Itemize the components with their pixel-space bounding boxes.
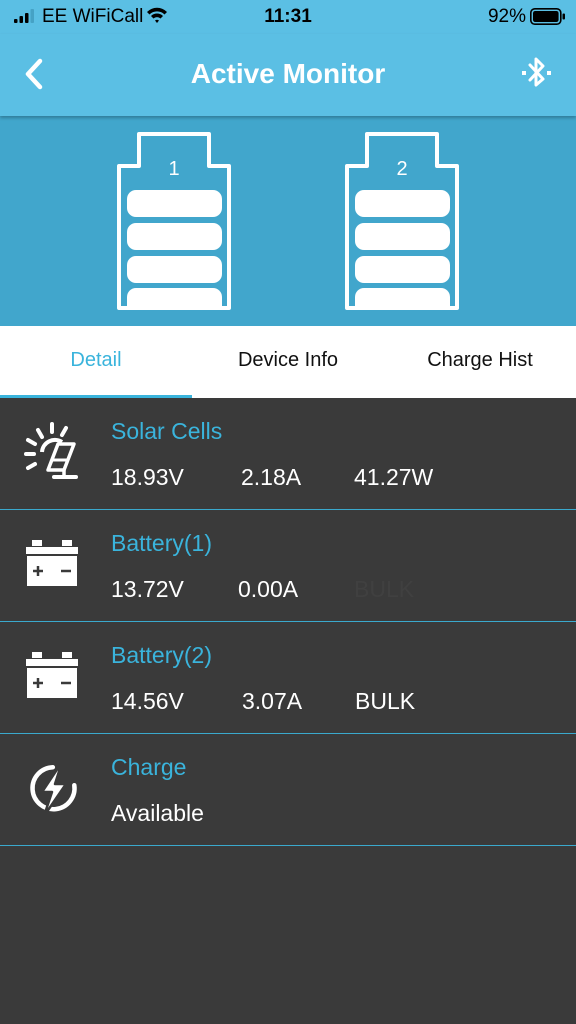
battery-2-row: Battery(2) 14.56V 3.07A BULK	[0, 622, 576, 734]
row-title: Battery(1)	[111, 530, 212, 556]
tab-device-info[interactable]: Device Info	[192, 326, 384, 398]
battery-2-number: 2	[396, 158, 408, 180]
tab-detail[interactable]: Detail	[0, 326, 192, 398]
navigation-bar: Active Monitor	[0, 34, 576, 116]
row-title: Solar Cells	[111, 418, 223, 444]
charge-status: Available	[111, 800, 204, 826]
battery-2-graphic: 2	[343, 132, 461, 315]
status-bar: EE WiFiCall 11:31 92%	[0, 0, 576, 34]
battery-2-voltage: 14.56V	[111, 688, 184, 714]
battery-2-mode: BULK	[355, 688, 416, 714]
battery-1-voltage: 13.72V	[111, 576, 184, 602]
battery-1-number: 1	[168, 158, 180, 180]
row-title: Battery(2)	[111, 642, 212, 668]
phone-battery-icon	[530, 8, 565, 25]
battery-2-current: 3.07A	[242, 688, 303, 714]
battery-percentage: 92%	[487, 6, 526, 27]
bluetooth-icon[interactable]	[520, 54, 554, 92]
solar-cells-row: Solar Cells 18.93V 2.18A 41.27W	[0, 398, 576, 510]
page-title: Active Monitor	[190, 58, 386, 89]
tab-charge-hist[interactable]: Charge Hist	[384, 326, 576, 398]
row-title: Charge	[111, 754, 187, 780]
battery-1-graphic: 1	[115, 132, 233, 315]
battery-1-current: 0.00A	[238, 576, 299, 602]
solar-power: 41.27W	[354, 464, 434, 490]
battery-1-row: Battery(1) 13.72V 0.00A BULK	[0, 510, 576, 622]
battery-overview: 1 2	[0, 116, 576, 326]
solar-current: 2.18A	[241, 464, 302, 490]
tab-bar: Detail Device Info Charge Hist	[0, 326, 576, 398]
solar-voltage: 18.93V	[111, 464, 184, 490]
battery-1-mode: BULK	[354, 576, 415, 602]
charge-row: Charge Available	[0, 734, 576, 846]
lightning-icon	[30, 760, 77, 818]
solar-panel-icon	[24, 422, 78, 479]
car-battery-icon	[26, 540, 78, 586]
car-battery-icon	[26, 652, 78, 698]
